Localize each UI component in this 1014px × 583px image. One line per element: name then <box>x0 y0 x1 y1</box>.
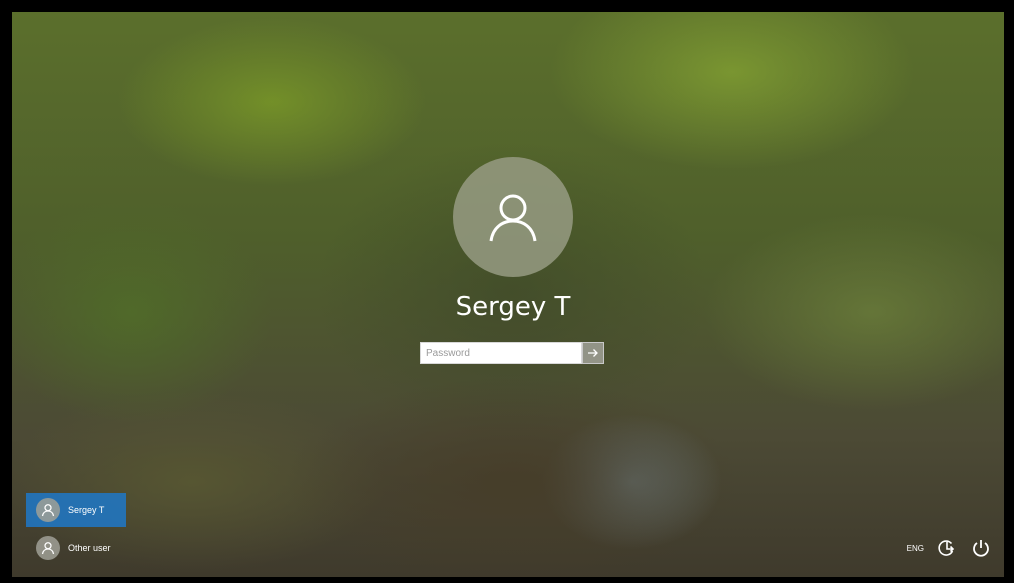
user-item-label: Other user <box>68 543 111 553</box>
user-avatar <box>453 157 573 277</box>
ease-of-access-button[interactable] <box>936 537 958 559</box>
user-icon <box>41 504 55 517</box>
lock-screen-background: Sergey T Sergey T Other user ENG <box>12 12 1004 577</box>
user-item-label: Sergey T <box>68 505 105 515</box>
power-button[interactable] <box>970 537 992 559</box>
username-label: Sergey T <box>455 292 571 322</box>
user-icon <box>41 542 55 555</box>
system-tray: ENG <box>907 537 992 559</box>
ease-of-access-icon <box>938 540 955 556</box>
password-box <box>420 342 606 364</box>
user-item-sergey[interactable]: Sergey T <box>26 493 126 527</box>
user-item-other[interactable]: Other user <box>26 531 126 565</box>
arrow-right-icon <box>588 349 598 357</box>
user-icon <box>489 194 537 242</box>
language-indicator[interactable]: ENG <box>907 544 924 553</box>
power-icon <box>973 540 989 557</box>
user-switcher: Sergey T Other user <box>26 493 126 569</box>
user-avatar-small <box>36 498 60 522</box>
user-avatar-small <box>36 536 60 560</box>
screen-frame: Sergey T Sergey T Other user ENG <box>0 0 1014 583</box>
password-field[interactable] <box>420 342 582 364</box>
submit-button[interactable] <box>582 342 604 364</box>
